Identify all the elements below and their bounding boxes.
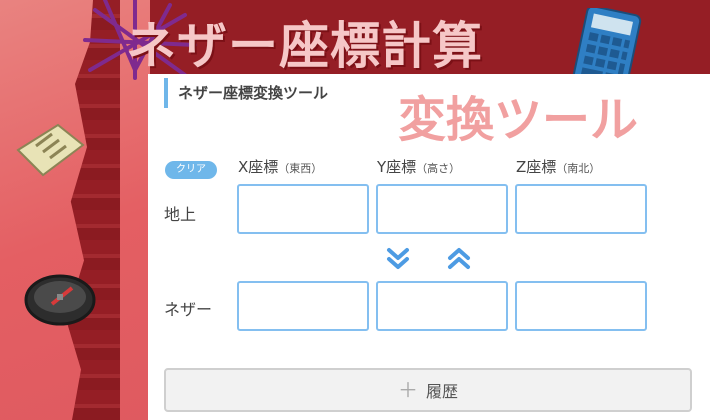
convert-down-icon[interactable]: [383, 244, 413, 274]
nether-x-input[interactable]: [237, 281, 369, 331]
row-label-nether: ネザー: [164, 300, 213, 319]
column-header-x: X座標（東西）: [238, 156, 322, 177]
overworld-z-input[interactable]: [515, 184, 647, 234]
column-header-x-main: X座標: [238, 158, 279, 176]
row-label-overworld: 地上: [164, 205, 197, 224]
headline-title: ネザー座標計算: [126, 17, 483, 75]
clear-button[interactable]: クリア: [165, 161, 217, 179]
column-header-z: Z座標（南北）: [516, 156, 600, 177]
nether-y-input[interactable]: [376, 281, 508, 331]
column-header-y-sub: （高さ）: [416, 162, 461, 175]
overworld-y-input[interactable]: [376, 184, 508, 234]
column-header-x-sub: （東西）: [278, 162, 323, 175]
column-header-z-sub: （南北）: [556, 162, 601, 175]
headline-subtitle: 変換ツール: [398, 92, 639, 148]
history-button[interactable]: ＋ 履歴: [164, 368, 692, 412]
column-header-z-main: Z座標: [516, 158, 557, 176]
history-label: 履歴: [425, 382, 458, 401]
plus-icon: ＋: [397, 378, 418, 402]
nether-z-input[interactable]: [515, 281, 647, 331]
compass-icon: [24, 274, 96, 326]
column-header-y-main: Y座標: [377, 158, 417, 176]
overworld-x-input[interactable]: [237, 184, 369, 234]
column-header-y: Y座標（高さ）: [377, 156, 460, 177]
convert-up-icon[interactable]: [444, 244, 474, 274]
paper-icon: [16, 123, 85, 177]
tool-title: ネザー座標変換ツール: [164, 78, 328, 108]
